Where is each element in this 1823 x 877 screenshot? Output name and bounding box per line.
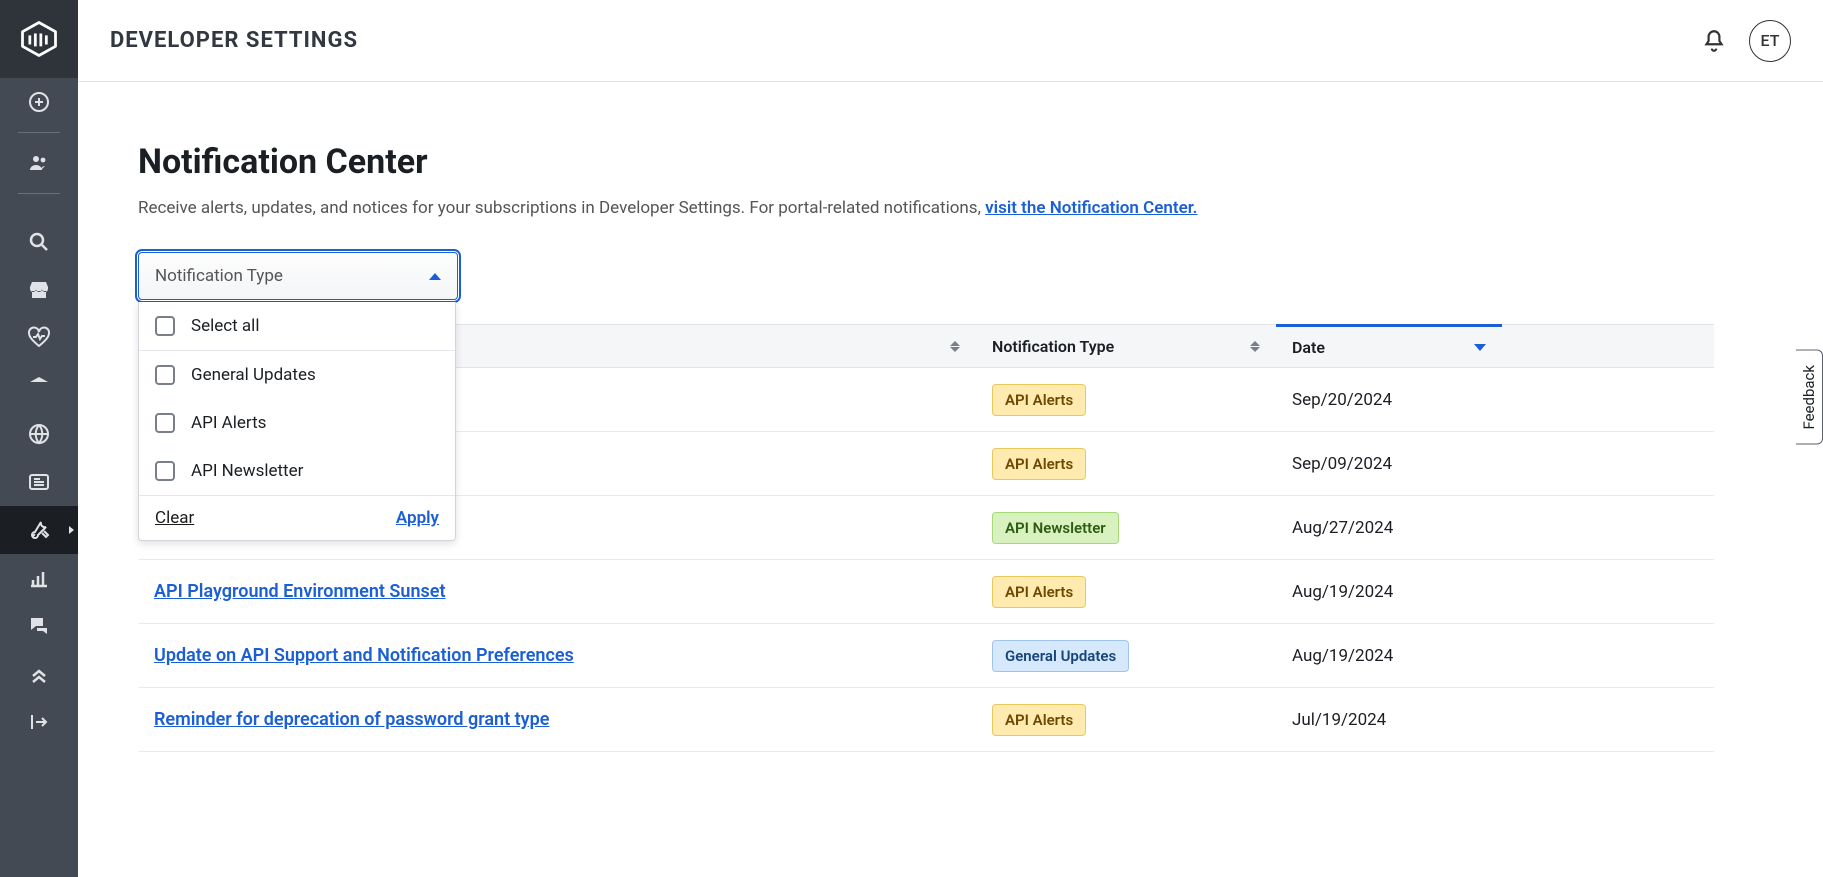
cell-type: API Alerts <box>976 704 1276 736</box>
notification-type-filter[interactable]: Notification Type <box>138 252 458 300</box>
sidebar-item-layers[interactable] <box>0 650 78 698</box>
checkbox-icon <box>155 413 175 433</box>
sort-icon <box>950 341 960 352</box>
sidebar-item-institution[interactable] <box>0 362 78 410</box>
dropdown-apply-link[interactable]: Apply <box>396 508 439 528</box>
cell-type: API Newsletter <box>976 512 1276 544</box>
page-title: Notification Center <box>138 142 1763 182</box>
filter-label: Notification Type <box>155 266 283 286</box>
type-badge: API Newsletter <box>992 512 1119 544</box>
cell-date: Jul/19/2024 <box>1276 710 1502 730</box>
avatar-initials: ET <box>1761 31 1780 50</box>
chat-icon <box>27 614 51 638</box>
caret-up-icon <box>429 273 441 280</box>
cell-date: Aug/19/2024 <box>1276 646 1502 666</box>
sidebar-item-tools[interactable] <box>0 506 78 554</box>
checkbox-icon <box>155 461 175 481</box>
cell-date: Aug/27/2024 <box>1276 518 1502 538</box>
sidebar-item-health[interactable] <box>0 314 78 362</box>
type-badge: API Alerts <box>992 704 1086 736</box>
table-row: Update on API Support and Notification P… <box>138 624 1714 688</box>
avatar[interactable]: ET <box>1749 20 1791 62</box>
notification-type-dropdown: Select all General Updates API Alerts AP… <box>138 302 456 541</box>
cell-type: General Updates <box>976 640 1276 672</box>
sort-icon <box>1250 341 1260 352</box>
app-title: DEVELOPER SETTINGS <box>110 28 358 53</box>
type-badge: General Updates <box>992 640 1129 672</box>
sidebar-item-news[interactable] <box>0 458 78 506</box>
building-logo-icon <box>17 17 61 61</box>
cell-date: Sep/09/2024 <box>1276 454 1502 474</box>
bell-icon <box>1701 28 1727 54</box>
main-content: Notification Center Receive alerts, upda… <box>78 82 1823 877</box>
dropdown-clear-link[interactable]: Clear <box>155 508 194 528</box>
upload-circle-icon <box>27 90 51 114</box>
expand-right-icon <box>27 710 51 734</box>
search-icon <box>27 230 51 254</box>
sidebar-item-reports[interactable] <box>0 554 78 602</box>
dropdown-option-api-alerts[interactable]: API Alerts <box>139 399 455 447</box>
sidebar-item-expand[interactable] <box>0 698 78 746</box>
institution-icon <box>27 374 51 398</box>
sidebar-item-chat[interactable] <box>0 602 78 650</box>
cell-date: Sep/20/2024 <box>1276 390 1502 410</box>
notification-link[interactable]: Reminder for deprecation of password gra… <box>154 709 549 730</box>
news-icon <box>27 470 51 494</box>
table-row: Reminder for deprecation of password gra… <box>138 688 1714 752</box>
cell-notification: API Playground Environment Sunset <box>138 581 976 602</box>
sidebar-item-users[interactable] <box>0 139 78 187</box>
table-row: API Playground Environment Sunset API Ale… <box>138 560 1714 624</box>
top-header: DEVELOPER SETTINGS ET <box>78 0 1823 82</box>
notification-center-link[interactable]: visit the Notification Center. <box>985 198 1197 218</box>
checkbox-icon <box>155 365 175 385</box>
sort-desc-icon <box>1474 344 1486 351</box>
checkbox-icon <box>155 316 175 336</box>
sidebar-item-store[interactable] <box>0 266 78 314</box>
logo[interactable] <box>0 0 78 78</box>
chevrons-up-icon <box>27 662 51 686</box>
notifications-button[interactable] <box>1701 28 1727 54</box>
type-badge: API Alerts <box>992 448 1086 480</box>
bar-chart-icon <box>27 566 51 590</box>
cell-date: Aug/19/2024 <box>1276 582 1502 602</box>
sidebar-item-globe[interactable] <box>0 410 78 458</box>
store-icon <box>27 278 51 302</box>
feedback-tab[interactable]: Feedback <box>1796 350 1823 445</box>
cell-notification: Update on API Support and Notification P… <box>138 645 976 666</box>
cell-type: API Alerts <box>976 384 1276 416</box>
page-subtitle: Receive alerts, updates, and notices for… <box>138 198 1763 218</box>
notification-link[interactable]: Update on API Support and Notification P… <box>154 645 574 666</box>
users-icon <box>27 151 51 175</box>
cell-type: API Alerts <box>976 448 1276 480</box>
globe-icon <box>27 422 51 446</box>
type-badge: API Alerts <box>992 384 1086 416</box>
dropdown-option-select-all[interactable]: Select all <box>139 302 455 350</box>
cell-notification: Reminder for deprecation of password gra… <box>138 709 976 730</box>
dropdown-option-api-newsletter[interactable]: API Newsletter <box>139 447 455 495</box>
cell-type: API Alerts <box>976 576 1276 608</box>
sidebar-item-search[interactable] <box>0 218 78 266</box>
col-header-type[interactable]: Notification Type <box>976 337 1276 356</box>
col-header-date[interactable]: Date <box>1276 324 1502 368</box>
tools-icon <box>27 518 51 542</box>
sidebar <box>0 0 78 877</box>
sidebar-item-upload[interactable] <box>0 78 78 126</box>
heartbeat-icon <box>27 326 51 350</box>
notification-link[interactable]: API Playground Environment Sunset <box>154 581 446 602</box>
dropdown-option-general-updates[interactable]: General Updates <box>139 351 455 399</box>
type-badge: API Alerts <box>992 576 1086 608</box>
